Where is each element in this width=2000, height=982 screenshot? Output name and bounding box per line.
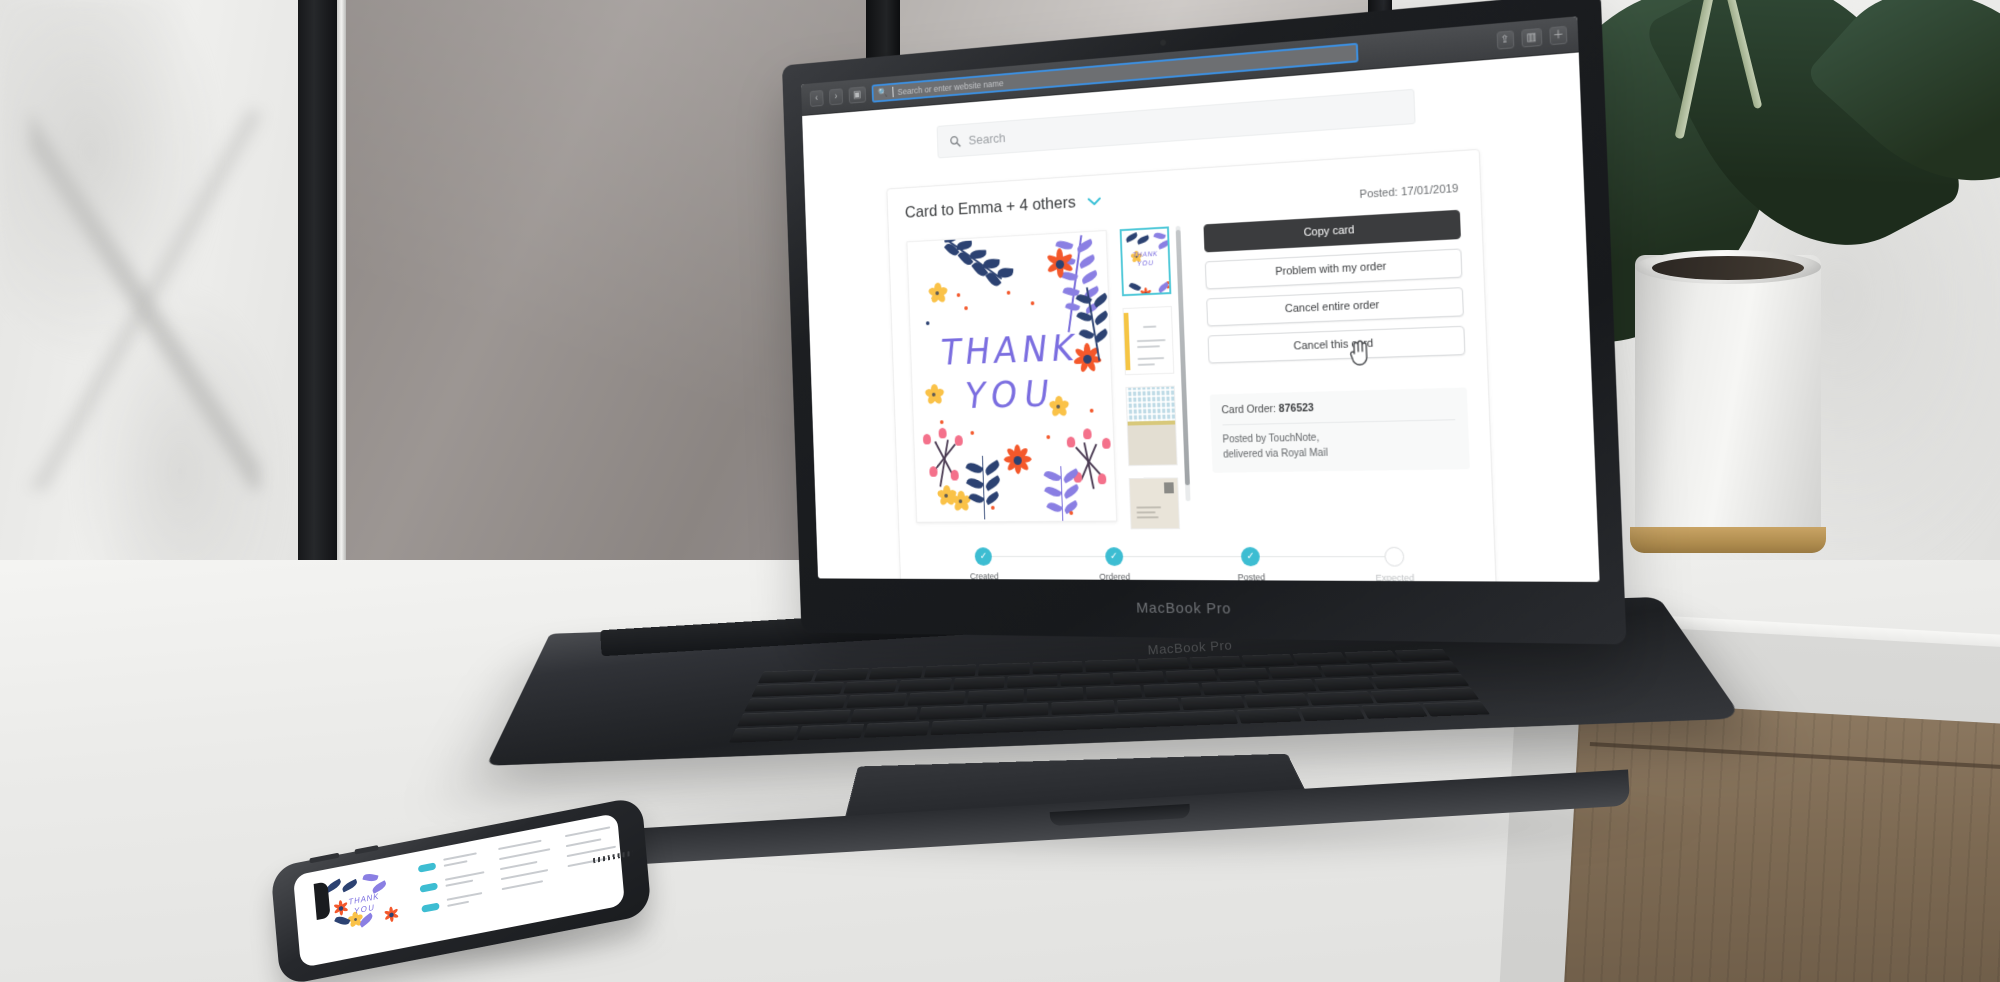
search-placeholder: Search [968, 130, 1005, 147]
divider [1222, 419, 1455, 425]
web-page: Search Card to Emma + 4 others Posted: 1… [802, 52, 1600, 581]
step-label: Expected Date [1375, 573, 1415, 582]
card-inside-thumbnail[interactable] [1122, 306, 1174, 375]
order-detail-card: Card to Emma + 4 others Posted: 17/01/20… [886, 149, 1498, 582]
card-order-row: Card Order: 876523 [1221, 398, 1454, 416]
decor-fern-purple [1038, 464, 1090, 523]
forward-button[interactable]: › [829, 88, 843, 105]
card-order-number: 876523 [1279, 402, 1314, 415]
laptop-lid: ‹ › ▣ 🔍 Search or enter website name ⇪ ▥… [782, 0, 1627, 644]
envelope-thumbnail[interactable] [1128, 477, 1179, 529]
page-title: Card to Emma + 4 others [905, 193, 1076, 223]
browser-window: ‹ › ▣ 🔍 Search or enter website name ⇪ ▥… [801, 16, 1600, 582]
decor-leaf-navy [960, 453, 1011, 521]
phone-card-artwork: THANK YOU [319, 864, 408, 937]
card-text-line2: YOU [910, 371, 1113, 418]
new-tab-button[interactable]: ＋ [1549, 26, 1567, 46]
order-title-row[interactable]: Card to Emma + 4 others [905, 191, 1101, 223]
share-button[interactable]: ⇪ [1496, 30, 1514, 49]
macbook-pro-lid-label: MacBook Pro [1136, 599, 1231, 617]
display-chin: MacBook Pro [800, 586, 1626, 634]
envelope-liner-thumbnail[interactable] [1125, 386, 1177, 466]
display-bezel: ‹ › ▣ 🔍 Search or enter website name ⇪ ▥… [801, 16, 1600, 582]
decor-leaf-spray [926, 230, 1044, 316]
webcam-icon [1160, 39, 1166, 45]
search-icon: 🔍 [878, 87, 888, 98]
order-card-body: THANK YOU THANK YOU Copy card Problem wi… [906, 210, 1472, 531]
delivery-info: Posted by TouchNote, delivered via Royal… [1222, 429, 1456, 463]
sidebar-toggle-button[interactable]: ▣ [849, 86, 866, 103]
thumbnail-strip: THANK YOU [1119, 226, 1191, 530]
back-button[interactable]: ‹ [810, 90, 824, 107]
card-preview-image[interactable]: THANK YOU [906, 230, 1117, 523]
search-icon [949, 134, 961, 147]
chevron-down-icon[interactable] [1087, 193, 1101, 209]
card-order-label: Card Order: [1221, 403, 1276, 416]
card-text-line1: THANK [909, 325, 1112, 374]
decor-flower-yellow [928, 282, 947, 303]
step-expected-date: Expected Date [1321, 547, 1470, 582]
phone-list-rows [418, 824, 619, 936]
step-created-date: ✓ Created Date [920, 547, 1049, 582]
check-icon: ✓ [1241, 547, 1260, 566]
step-posted-date: ✓ Posted Date [1181, 547, 1323, 582]
order-actions-column: Copy card Problem with my order Cancel e… [1193, 210, 1471, 529]
show-tabs-button[interactable]: ▥ [1521, 28, 1543, 48]
step-label: Posted Date [1238, 572, 1266, 582]
order-progress-stepper: ✓ Created Date ✓ Ordered [917, 547, 1475, 582]
cancel-entire-order-button[interactable]: Cancel entire order [1206, 287, 1464, 326]
posted-date-label: Posted: 17/01/2019 [1359, 183, 1458, 201]
empty-circle-icon [1384, 547, 1404, 567]
step-ordered-date: ✓ Ordered Date [1048, 547, 1183, 582]
check-icon: ✓ [975, 547, 993, 565]
decor-flower-orange [1043, 247, 1075, 282]
thumbnail-scrollbar[interactable] [1175, 226, 1190, 501]
search-input[interactable]: Search [936, 89, 1415, 159]
url-placeholder: Search or enter website name [897, 78, 1003, 97]
check-icon: ✓ [1105, 547, 1123, 566]
step-label: Ordered Date [1099, 572, 1131, 582]
copy-card-button[interactable]: Copy card [1203, 210, 1460, 253]
text-caret [892, 87, 893, 97]
order-info-box: Card Order: 876523 Posted by TouchNote, … [1209, 387, 1469, 472]
problem-with-order-button[interactable]: Problem with my order [1204, 248, 1462, 289]
pointing-hand-cursor [1346, 339, 1372, 369]
card-front-thumbnail[interactable]: THANK YOU [1119, 226, 1171, 296]
laptop-mockup: MacBook Pro ‹ › ▣ 🔍 Search or enter webs… [0, 0, 2000, 982]
step-label: Created Date [970, 571, 999, 582]
cancel-this-card-button[interactable]: Cancel this card [1207, 326, 1465, 364]
scrollbar-thumb[interactable] [1175, 230, 1189, 485]
